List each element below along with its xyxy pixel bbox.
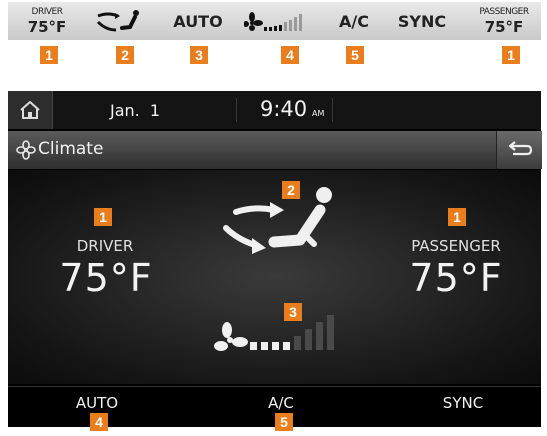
strip-driver-label: DRIVER: [31, 7, 63, 17]
date-display: Jan. 1: [110, 101, 161, 120]
callout-badge: 3: [190, 46, 208, 64]
strip-passenger-label: PASSENGER: [479, 7, 529, 17]
strip-auto-button[interactable]: AUTO: [168, 12, 228, 31]
clock-ampm: AM: [312, 109, 325, 118]
status-divider: [332, 98, 333, 122]
callout-badge: 5: [275, 413, 293, 431]
fan-speed-step: [294, 336, 301, 350]
callout-badge: 1: [502, 46, 520, 64]
fan-speed-control[interactable]: [250, 312, 346, 350]
fan-speed-step: [305, 329, 312, 350]
home-icon: [20, 101, 40, 119]
driver-label: DRIVER: [76, 237, 134, 255]
fan-speed-step: [250, 342, 257, 350]
home-button[interactable]: [8, 91, 53, 129]
callout-badge: 1: [94, 208, 112, 226]
strip-driver-temp[interactable]: 75°F: [22, 18, 72, 36]
passenger-label: PASSENGER: [411, 237, 501, 255]
callout-badge: 4: [281, 46, 299, 64]
clock-time: 9:40: [260, 97, 308, 121]
callout-badge: 4: [90, 413, 108, 431]
fan-speed-step: [316, 322, 323, 350]
back-button[interactable]: [496, 131, 542, 169]
strip-airflow-icon[interactable]: [96, 8, 144, 36]
strip-sync-button[interactable]: SYNC: [394, 12, 450, 31]
sync-button[interactable]: SYNC: [428, 394, 498, 412]
fan-speed-icon: [214, 322, 248, 351]
strip-fan-speed-icon[interactable]: [244, 9, 310, 35]
back-icon: [508, 141, 533, 156]
fan-speed-step: [261, 342, 268, 350]
strip-passenger-temp[interactable]: 75°F: [476, 18, 532, 36]
ac-button[interactable]: A/C: [246, 394, 316, 412]
passenger-temp[interactable]: 75°F: [406, 256, 506, 300]
strip-ac-button[interactable]: A/C: [332, 12, 376, 31]
callout-badge: 1: [448, 208, 466, 226]
callout-badge: 1: [40, 46, 58, 64]
seat-icon: [268, 187, 332, 248]
callout-badge: 2: [116, 46, 134, 64]
fan-speed-step: [283, 342, 290, 350]
callout-badge: 5: [346, 46, 364, 64]
fan-speed-step: [327, 315, 334, 350]
fan-icon: [16, 140, 36, 160]
fan-speed-step: [272, 342, 279, 350]
auto-button[interactable]: AUTO: [62, 394, 132, 412]
page-title: Climate: [38, 139, 104, 159]
driver-temp[interactable]: 75°F: [56, 256, 156, 300]
status-divider: [236, 98, 237, 122]
airflow-mode-button[interactable]: [214, 178, 344, 268]
